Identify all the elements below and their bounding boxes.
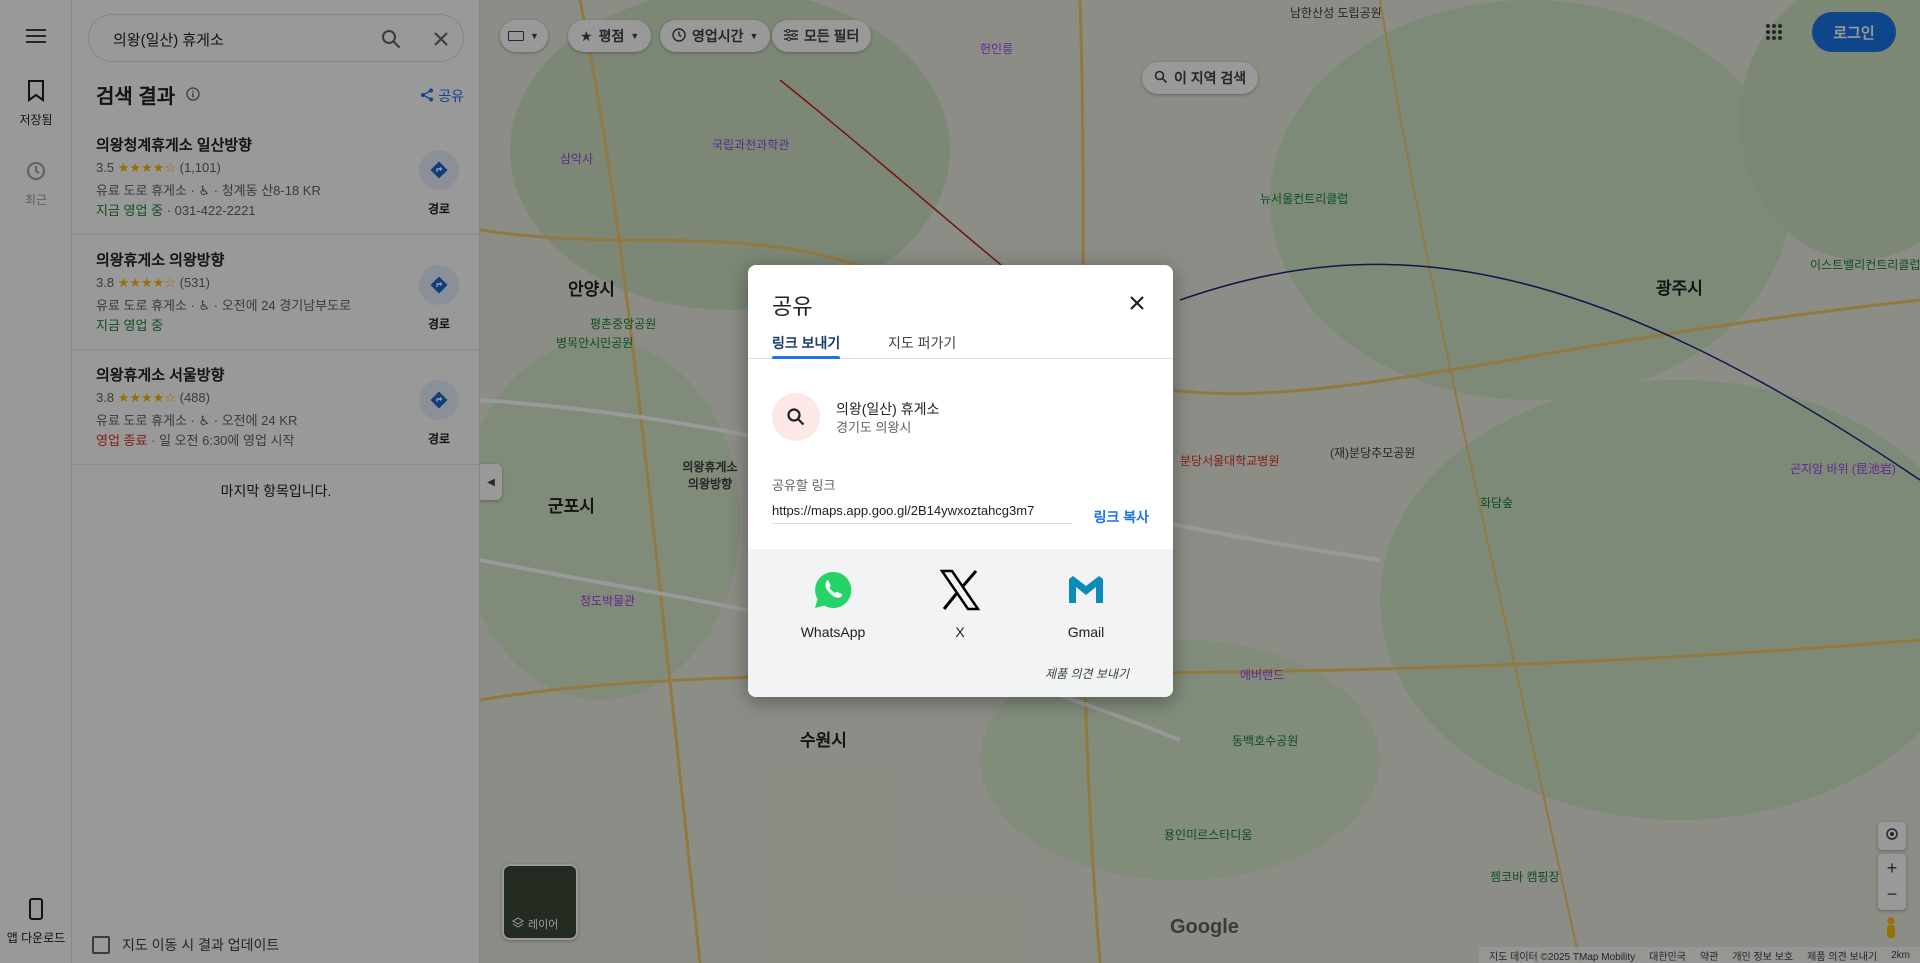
dialog-title: 공유	[772, 294, 813, 319]
share-tabs: 링크 보내기 지도 퍼가기	[748, 327, 1173, 359]
share-options-area: WhatsApp X Gmail 제품 의견 보내기	[748, 549, 1173, 697]
gmail-label: Gmail	[1067, 624, 1105, 640]
tab-send-link[interactable]: 링크 보내기	[772, 333, 840, 353]
close-icon[interactable]	[1125, 291, 1149, 315]
active-tab-indicator	[772, 356, 840, 359]
copy-link-button[interactable]: 링크 복사	[1094, 507, 1149, 527]
whatsapp-label: WhatsApp	[800, 624, 866, 640]
whatsapp-icon	[812, 569, 854, 616]
link-label: 공유할 링크	[772, 478, 836, 493]
share-x-button[interactable]: X	[905, 569, 1015, 640]
share-whatsapp-button[interactable]: WhatsApp	[778, 569, 888, 640]
share-gmail-button[interactable]: Gmail	[1031, 569, 1141, 640]
place-address: 경기도 의왕시	[836, 420, 912, 435]
place-name: 의왕(일산) 휴게소	[836, 401, 940, 417]
share-dialog: 공유 링크 보내기 지도 퍼가기 의왕(일산) 휴게소 경기도 의왕시 공유할 …	[748, 265, 1173, 697]
x-logo-icon	[939, 569, 981, 616]
feedback-link[interactable]: 제품 의견 보내기	[1045, 665, 1129, 682]
share-link-field[interactable]: https://maps.app.goo.gl/2B14ywxoztahcg3m…	[772, 503, 1072, 524]
tab-embed-map[interactable]: 지도 퍼가기	[888, 333, 956, 353]
search-icon	[772, 393, 820, 441]
x-label: X	[955, 624, 965, 640]
gmail-icon	[1066, 569, 1106, 616]
